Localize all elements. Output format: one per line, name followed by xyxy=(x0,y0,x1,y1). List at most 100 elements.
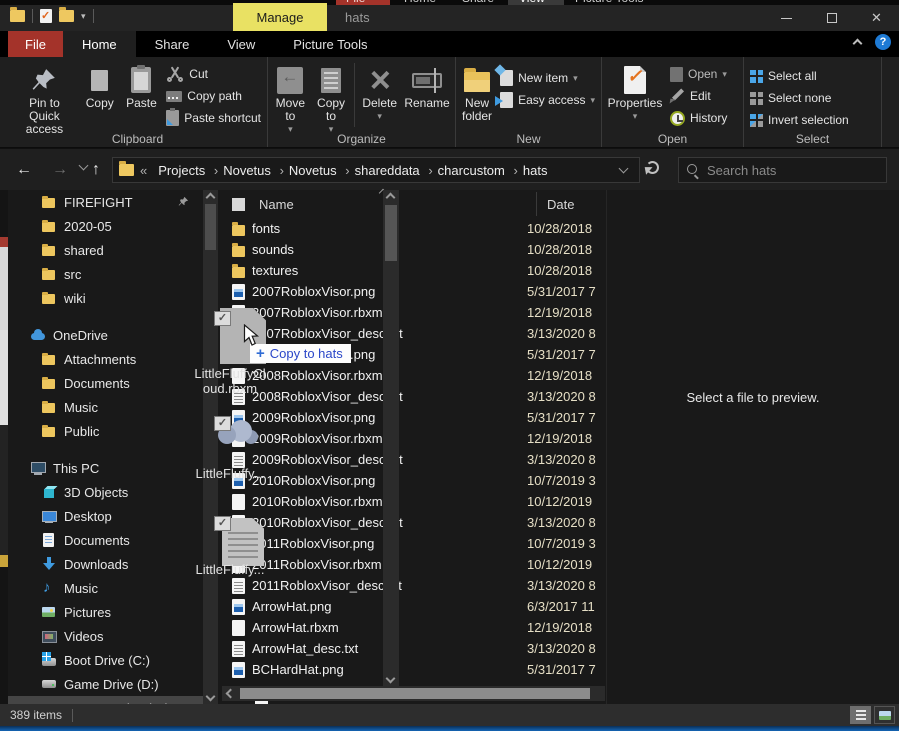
history-button[interactable]: History xyxy=(666,107,731,129)
edit-button[interactable]: Edit xyxy=(666,85,731,107)
delete-button[interactable]: × Delete ▾ xyxy=(358,61,401,125)
scroll-left-icon[interactable] xyxy=(226,689,236,699)
file-row[interactable]: sounds 10/28/2018 xyxy=(222,239,605,260)
file-row[interactable]: 2010RobloxVisor_desc.txt 3/13/2020 8 xyxy=(222,512,605,533)
forward-button[interactable]: → xyxy=(52,161,68,179)
column-header-date[interactable]: Date xyxy=(537,197,605,212)
file-row[interactable]: 2009RobloxVisor.rbxm 12/19/2018 xyxy=(222,428,605,449)
sidebar-item[interactable]: wiki xyxy=(8,286,203,310)
sidebar-item[interactable]: Boot Drive (C:) xyxy=(8,648,203,672)
search-input[interactable] xyxy=(707,163,878,178)
sidebar-item[interactable]: FIREFIGHT xyxy=(8,190,203,214)
scroll-down-icon[interactable] xyxy=(206,692,216,702)
sidebar-item[interactable]: Documents xyxy=(8,528,203,552)
sidebar-item[interactable]: Attachments xyxy=(8,347,203,371)
scroll-up-icon[interactable] xyxy=(206,193,216,203)
address-dropdown-chevron-icon[interactable] xyxy=(619,164,629,174)
up-button[interactable]: ↑ xyxy=(92,161,100,179)
sidebar-item[interactable]: This PC xyxy=(8,456,203,480)
contextual-tab-manage[interactable]: Manage xyxy=(233,3,327,31)
breadcrumb-overflow-icon[interactable]: « xyxy=(140,163,147,178)
recent-locations-chevron-icon[interactable] xyxy=(79,161,89,171)
file-row[interactable]: ArrowHat.png 6/3/2017 11 xyxy=(222,596,605,617)
cut-button[interactable]: Cut xyxy=(162,63,265,85)
minimize-button[interactable] xyxy=(764,5,809,31)
file-row[interactable]: fonts 10/28/2018 xyxy=(222,218,605,239)
breadcrumb-item[interactable]: shareddata xyxy=(346,163,429,178)
collapse-ribbon-icon[interactable] xyxy=(853,39,863,49)
file-row[interactable]: ArrowHat_desc.txt 3/13/2020 8 xyxy=(222,638,605,659)
tab-picture-tools[interactable]: Picture Tools xyxy=(274,31,386,57)
move-to-button[interactable]: Move to ▾ xyxy=(270,61,311,138)
back-button[interactable]: ← xyxy=(16,161,32,179)
refresh-icon[interactable] xyxy=(646,161,662,177)
rename-button[interactable]: Rename xyxy=(401,61,453,112)
tab-home[interactable]: Home xyxy=(63,31,136,57)
file-row[interactable]: 2007RobloxVisor.png 5/31/2017 7 xyxy=(222,281,605,302)
file-list-scrollbar[interactable] xyxy=(383,190,399,686)
address-bar[interactable]: « Projects Novetus Novetus shareddata ch… xyxy=(112,157,640,183)
sidebar-item[interactable]: Videos xyxy=(8,624,203,648)
file-row[interactable]: 2011RobloxVisor.rbxm 10/12/2019 xyxy=(222,554,605,575)
sidebar-item[interactable]: Documents xyxy=(8,371,203,395)
scroll-up-icon[interactable] xyxy=(386,193,396,203)
file-row[interactable]: ArrowHat.rbxm 12/19/2018 xyxy=(222,617,605,638)
sidebar-item[interactable]: 3D Objects xyxy=(8,480,203,504)
sidebar-item[interactable]: src xyxy=(8,262,203,286)
properties-check-icon[interactable] xyxy=(40,9,52,23)
thumbnail-view-button[interactable] xyxy=(874,706,895,724)
sidebar-item[interactable]: OneDrive xyxy=(8,323,203,347)
sidebar-item[interactable]: Music xyxy=(8,395,203,419)
breadcrumb-item[interactable]: hats xyxy=(514,163,557,178)
sidebar-item[interactable]: 2020-05 xyxy=(8,214,203,238)
file-row[interactable]: 2007RobloxVisor.rbxm 12/19/2018 xyxy=(222,302,605,323)
file-row[interactable]: 2008RobloxVisor_desc.txt 3/13/2020 8 xyxy=(222,386,605,407)
sidebar-item[interactable]: Game Drive (D:) xyxy=(8,672,203,696)
sidebar-item[interactable]: Downloads xyxy=(8,552,203,576)
scroll-down-icon[interactable] xyxy=(386,674,396,684)
easy-access-button[interactable]: Easy access ▾ xyxy=(496,89,599,111)
new-folder-button[interactable]: New folder xyxy=(458,61,496,125)
breadcrumb-item[interactable]: Projects xyxy=(149,163,214,178)
file-row[interactable]: 2008RobloxVisor.png 5/31/2017 7 xyxy=(222,344,605,365)
help-icon[interactable]: ? xyxy=(875,34,891,50)
copy-to-button[interactable]: Copy to ▾ xyxy=(311,61,352,138)
pin-to-quick-access-button[interactable]: Pin to Quick access xyxy=(10,61,79,138)
sidebar-item[interactable]: Desktop xyxy=(8,504,203,528)
open-button[interactable]: Open ▾ xyxy=(666,63,731,85)
sidebar-item[interactable]: Pictures xyxy=(8,600,203,624)
new-item-button[interactable]: New item ▾ xyxy=(496,67,599,89)
file-row[interactable]: 2010RobloxVisor.rbxm 10/12/2019 xyxy=(222,491,605,512)
file-row[interactable]: 2011RobloxVisor_desc.txt 3/13/2020 8 xyxy=(222,575,605,596)
file-row[interactable]: 2007RobloxVisor_desc.txt 3/13/2020 8 xyxy=(222,323,605,344)
horizontal-scrollbar[interactable] xyxy=(222,686,605,701)
close-button[interactable]: ✕ xyxy=(854,5,899,31)
select-none-button[interactable]: Select none xyxy=(746,87,853,109)
copy-button[interactable]: Copy xyxy=(79,61,121,112)
file-row[interactable]: textures 10/28/2018 xyxy=(222,260,605,281)
paste-shortcut-button[interactable]: Paste shortcut xyxy=(162,107,265,129)
tab-share[interactable]: Share xyxy=(136,31,209,57)
search-box[interactable] xyxy=(678,157,887,183)
select-all-checkbox[interactable] xyxy=(232,198,245,211)
properties-button[interactable]: Properties ▾ xyxy=(604,61,666,125)
sidebar-scrollbar[interactable] xyxy=(203,190,218,704)
sidebar-item[interactable]: shared xyxy=(8,238,203,262)
maximize-button[interactable] xyxy=(809,5,854,31)
file-row[interactable]: 2009RobloxVisor_desc.txt 3/13/2020 8 xyxy=(222,449,605,470)
scrollbar-thumb[interactable] xyxy=(240,688,590,699)
column-separator[interactable] xyxy=(536,192,537,216)
sidebar-item[interactable]: Storage Drive (G:) xyxy=(8,696,203,704)
details-view-button[interactable] xyxy=(850,706,871,724)
scrollbar-thumb[interactable] xyxy=(205,204,216,250)
file-row[interactable]: 2011RobloxVisor.png 10/7/2019 3 xyxy=(222,533,605,554)
sidebar-item[interactable]: Public xyxy=(8,419,203,443)
folder-icon[interactable] xyxy=(59,10,74,22)
dropdown-chevron-icon[interactable]: ▾ xyxy=(81,11,86,22)
file-row[interactable]: 2010RobloxVisor.png 10/7/2019 3 xyxy=(222,470,605,491)
breadcrumb-item[interactable]: Novetus xyxy=(280,163,346,178)
sidebar-item[interactable]: Music xyxy=(8,576,203,600)
copy-path-button[interactable]: Copy path xyxy=(162,85,265,107)
scrollbar-thumb[interactable] xyxy=(385,205,397,261)
invert-selection-button[interactable]: Invert selection xyxy=(746,109,853,131)
